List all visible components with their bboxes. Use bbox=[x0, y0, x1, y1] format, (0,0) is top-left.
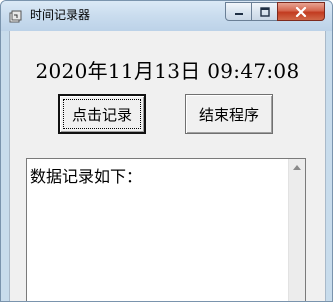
scroll-up-arrow-icon bbox=[293, 165, 301, 170]
focus-rectangle bbox=[63, 99, 141, 129]
datetime-label: 2020年11月13日 09:47:08 bbox=[35, 59, 300, 83]
exit-button-label: 结束程序 bbox=[198, 105, 259, 124]
app-window: 时间记录器 2020年11月13日 09:47:08 点击记录 结束程序 数据记… bbox=[0, 0, 333, 302]
window-title: 时间记录器 bbox=[30, 8, 91, 22]
title-bar[interactable]: 时间记录器 bbox=[1, 1, 332, 31]
log-textbox[interactable]: 数据记录如下： bbox=[26, 158, 306, 301]
maximize-icon bbox=[259, 6, 270, 17]
minimize-icon bbox=[234, 12, 243, 15]
close-icon bbox=[295, 6, 307, 17]
record-button[interactable]: 点击记录 bbox=[58, 94, 146, 134]
minimize-button[interactable] bbox=[225, 2, 252, 21]
scroll-up-button[interactable] bbox=[289, 159, 305, 176]
maximize-button[interactable] bbox=[251, 2, 278, 21]
log-text: 数据记录如下： bbox=[30, 167, 143, 186]
client-area: 2020年11月13日 09:47:08 点击记录 结束程序 数据记录如下： bbox=[9, 31, 326, 301]
exit-button[interactable]: 结束程序 bbox=[185, 94, 273, 134]
vertical-scrollbar[interactable] bbox=[288, 159, 305, 301]
app-icon[interactable] bbox=[9, 9, 23, 23]
close-button[interactable] bbox=[277, 2, 325, 21]
